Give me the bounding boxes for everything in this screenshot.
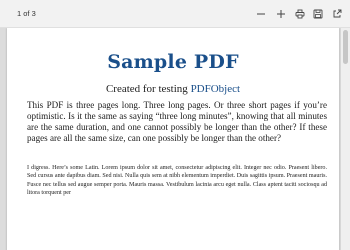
- vertical-scrollbar[interactable]: [341, 28, 350, 250]
- subtitle-text: Created for testing: [105, 83, 191, 95]
- page-indicator: 1 of 3: [17, 9, 36, 18]
- document-subtitle: Created for testing PDFObject: [7, 83, 339, 95]
- latin-paragraph: I digress. Here’s some Latin. Lorem ipsu…: [27, 165, 327, 197]
- scrollbar-thumb[interactable]: [343, 30, 348, 64]
- save-button[interactable]: [312, 8, 324, 20]
- document-title: Sample PDF: [107, 51, 239, 73]
- zoom-out-button[interactable]: [255, 8, 267, 20]
- document-viewport[interactable]: Sample PDF Created for testing PDFObject…: [0, 28, 350, 250]
- open-external-button[interactable]: [331, 8, 343, 20]
- open-external-icon: [333, 9, 342, 18]
- intro-paragraph: This PDF is three pages long. Three long…: [27, 100, 327, 143]
- pdf-viewer: 1 of 3 Sample PDF Created for testing PD…: [0, 0, 350, 250]
- print-icon: [295, 9, 305, 19]
- save-icon: [313, 9, 323, 19]
- zoom-in-button[interactable]: [275, 8, 287, 20]
- print-button[interactable]: [294, 8, 306, 20]
- viewer-toolbar: 1 of 3: [0, 0, 350, 28]
- zoom-in-icon: [277, 10, 285, 18]
- pdf-page: Sample PDF Created for testing PDFObject…: [7, 28, 339, 250]
- pdfobject-link[interactable]: PDFObject: [191, 83, 241, 95]
- zoom-out-icon: [257, 13, 265, 15]
